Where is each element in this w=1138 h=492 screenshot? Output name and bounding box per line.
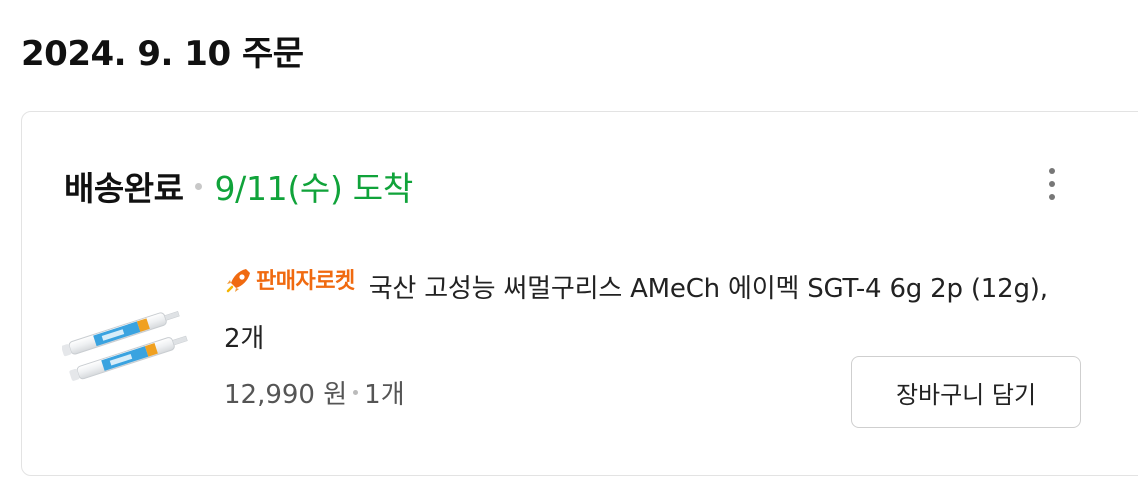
more-dot (1049, 168, 1055, 174)
add-to-cart-button[interactable]: 장바구니 담기 (851, 356, 1081, 428)
more-dot (1049, 194, 1055, 200)
more-vertical-icon[interactable] (1038, 164, 1066, 204)
product-info: 판매자로켓 국산 고성능 써멀구리스 AMeCh 에이멕 SGT-4 6g 2p… (224, 257, 1064, 364)
order-card: 배송완료 9/11(수) 도착 판매자로켓 국산 고성능 써멀구리스 AMeCh… (21, 111, 1138, 476)
seller-badge-label: 판매자로켓 (256, 269, 355, 294)
shipment-status-row: 배송완료 9/11(수) 도착 (64, 162, 413, 210)
order-page: 2024. 9. 10 주문 배송완료 9/11(수) 도착 판매자로켓 국산 … (0, 0, 1138, 492)
price-row: 12,990 원 1개 (224, 374, 405, 411)
rocket-icon (226, 269, 250, 293)
product-quantity: 1개 (364, 380, 405, 410)
order-date-title: 2024. 9. 10 주문 (21, 34, 304, 74)
product-title-line[interactable]: 판매자로켓 국산 고성능 써멀구리스 AMeCh 에이멕 SGT-4 6g 2p… (224, 257, 1064, 364)
product-price: 12,990 원 (224, 380, 348, 410)
more-dot (1049, 181, 1055, 187)
delivery-status: 배송완료 (64, 169, 184, 208)
seller-rocket-badge: 판매자로켓 (224, 257, 355, 307)
arrival-date: 9/11(수) 도착 (214, 169, 413, 208)
separator-dot (195, 182, 203, 190)
product-thumbnail[interactable] (62, 295, 190, 397)
separator-dot (353, 390, 359, 395)
